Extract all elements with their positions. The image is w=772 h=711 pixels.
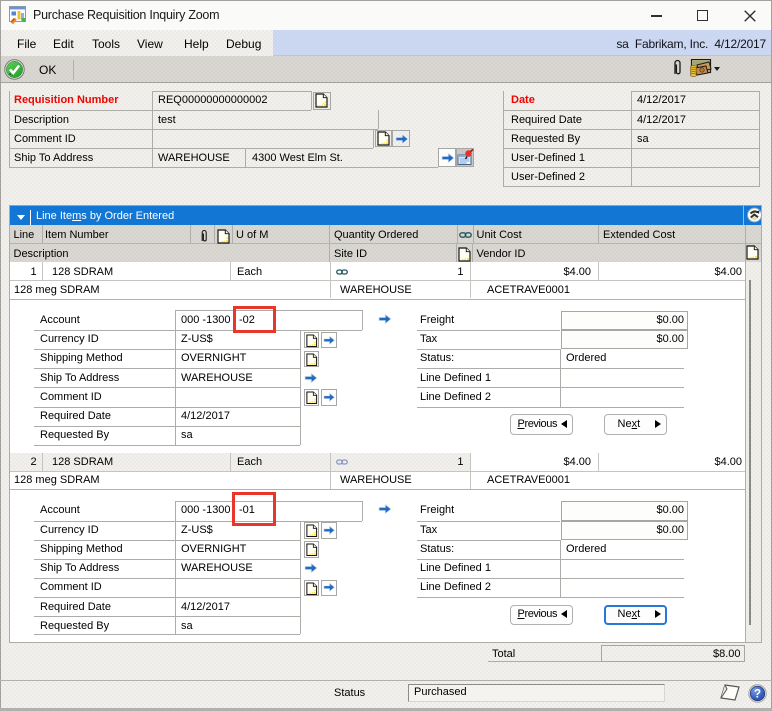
svg-text:?: ? bbox=[753, 688, 760, 700]
